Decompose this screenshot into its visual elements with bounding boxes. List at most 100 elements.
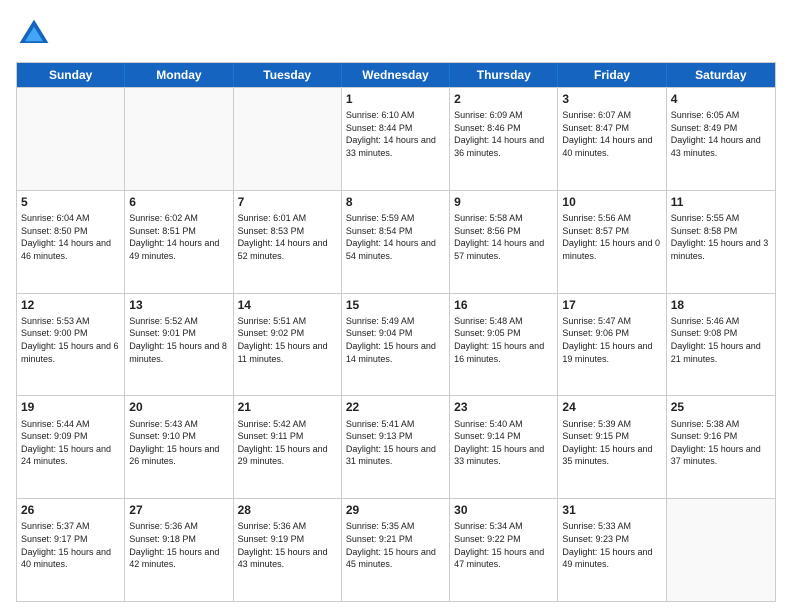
logo-icon	[16, 16, 52, 52]
cell-info: Sunrise: 5:46 AM Sunset: 9:08 PM Dayligh…	[671, 315, 771, 365]
cell-info: Sunrise: 5:52 AM Sunset: 9:01 PM Dayligh…	[129, 315, 228, 365]
day-number: 24	[562, 399, 661, 415]
calendar-cell: 30 Sunrise: 5:34 AM Sunset: 9:22 PM Dayli…	[450, 499, 558, 601]
cell-info: Sunrise: 6:02 AM Sunset: 8:51 PM Dayligh…	[129, 212, 228, 262]
day-number: 3	[562, 91, 661, 107]
day-number: 12	[21, 297, 120, 313]
calendar-cell	[125, 88, 233, 190]
calendar-row: 26Sunrise: 5:37 AM Sunset: 9:17 PM Dayli…	[17, 498, 775, 601]
day-number: 22	[346, 399, 445, 415]
cell-info: Sunrise: 6:09 AM Sunset: 8:46 PM Dayligh…	[454, 109, 553, 159]
cell-info: Sunrise: 5:53 AM Sunset: 9:00 PM Dayligh…	[21, 315, 120, 365]
day-header-tuesday: Tuesday	[234, 63, 342, 87]
cell-info: Sunrise: 5:47 AM Sunset: 9:06 PM Dayligh…	[562, 315, 661, 365]
calendar-cell: 14Sunrise: 5:51 AM Sunset: 9:02 PM Dayli…	[234, 294, 342, 396]
day-header-saturday: Saturday	[667, 63, 775, 87]
calendar-cell: 21 Sunrise: 5:42 AM Sunset: 9:11 PM Dayli…	[234, 396, 342, 498]
calendar-cell: 13 Sunrise: 5:52 AM Sunset: 9:01 PM Dayli…	[125, 294, 233, 396]
cell-info: Sunrise: 6:10 AM Sunset: 8:44 PM Dayligh…	[346, 109, 445, 159]
calendar-cell: 10 Sunrise: 5:56 AM Sunset: 8:57 PM Dayli…	[558, 191, 666, 293]
calendar-cell: 11Sunrise: 5:55 AM Sunset: 8:58 PM Dayli…	[667, 191, 775, 293]
calendar-cell: 7 Sunrise: 6:01 AM Sunset: 8:53 PM Daylig…	[234, 191, 342, 293]
calendar-cell: 4 Sunrise: 6:05 AM Sunset: 8:49 PM Daylig…	[667, 88, 775, 190]
calendar-cell: 1Sunrise: 6:10 AM Sunset: 8:44 PM Daylig…	[342, 88, 450, 190]
cell-info: Sunrise: 5:33 AM Sunset: 9:23 PM Dayligh…	[562, 520, 661, 570]
day-number: 10	[562, 194, 661, 210]
cell-info: Sunrise: 5:39 AM Sunset: 9:15 PM Dayligh…	[562, 418, 661, 468]
calendar-cell: 5Sunrise: 6:04 AM Sunset: 8:50 PM Daylig…	[17, 191, 125, 293]
calendar-cell: 3 Sunrise: 6:07 AM Sunset: 8:47 PM Daylig…	[558, 88, 666, 190]
calendar-row: 12 Sunrise: 5:53 AM Sunset: 9:00 PM Dayli…	[17, 293, 775, 396]
calendar-cell: 27Sunrise: 5:36 AM Sunset: 9:18 PM Dayli…	[125, 499, 233, 601]
calendar-cell: 29 Sunrise: 5:35 AM Sunset: 9:21 PM Dayli…	[342, 499, 450, 601]
calendar-cell: 19 Sunrise: 5:44 AM Sunset: 9:09 PM Dayli…	[17, 396, 125, 498]
day-number: 26	[21, 502, 120, 518]
calendar-cell: 15Sunrise: 5:49 AM Sunset: 9:04 PM Dayli…	[342, 294, 450, 396]
day-header-monday: Monday	[125, 63, 233, 87]
cell-info: Sunrise: 6:07 AM Sunset: 8:47 PM Dayligh…	[562, 109, 661, 159]
calendar-cell	[17, 88, 125, 190]
calendar-cell	[234, 88, 342, 190]
cell-info: Sunrise: 6:05 AM Sunset: 8:49 PM Dayligh…	[671, 109, 771, 159]
day-number: 5	[21, 194, 120, 210]
cell-info: Sunrise: 5:35 AM Sunset: 9:21 PM Dayligh…	[346, 520, 445, 570]
calendar-cell: 16 Sunrise: 5:48 AM Sunset: 9:05 PM Dayli…	[450, 294, 558, 396]
calendar-cell: 26Sunrise: 5:37 AM Sunset: 9:17 PM Dayli…	[17, 499, 125, 601]
day-number: 8	[346, 194, 445, 210]
cell-info: Sunrise: 5:36 AM Sunset: 9:19 PM Dayligh…	[238, 520, 337, 570]
cell-info: Sunrise: 5:51 AM Sunset: 9:02 PM Dayligh…	[238, 315, 337, 365]
calendar-cell: 31 Sunrise: 5:33 AM Sunset: 9:23 PM Dayli…	[558, 499, 666, 601]
calendar-row: 1Sunrise: 6:10 AM Sunset: 8:44 PM Daylig…	[17, 87, 775, 190]
cell-info: Sunrise: 5:40 AM Sunset: 9:14 PM Dayligh…	[454, 418, 553, 468]
calendar-cell: 2 Sunrise: 6:09 AM Sunset: 8:46 PM Daylig…	[450, 88, 558, 190]
day-number: 18	[671, 297, 771, 313]
cell-info: Sunrise: 5:56 AM Sunset: 8:57 PM Dayligh…	[562, 212, 661, 262]
day-number: 2	[454, 91, 553, 107]
calendar: SundayMondayTuesdayWednesdayThursdayFrid…	[16, 62, 776, 602]
calendar-cell: 20 Sunrise: 5:43 AM Sunset: 9:10 PM Dayli…	[125, 396, 233, 498]
day-number: 13	[129, 297, 228, 313]
cell-info: Sunrise: 5:34 AM Sunset: 9:22 PM Dayligh…	[454, 520, 553, 570]
day-number: 6	[129, 194, 228, 210]
day-number: 21	[238, 399, 337, 415]
cell-info: Sunrise: 5:44 AM Sunset: 9:09 PM Dayligh…	[21, 418, 120, 468]
day-number: 17	[562, 297, 661, 313]
page: SundayMondayTuesdayWednesdayThursdayFrid…	[0, 0, 792, 612]
day-number: 31	[562, 502, 661, 518]
cell-info: Sunrise: 5:59 AM Sunset: 8:54 PM Dayligh…	[346, 212, 445, 262]
calendar-cell: 6 Sunrise: 6:02 AM Sunset: 8:51 PM Daylig…	[125, 191, 233, 293]
calendar-cell: 17 Sunrise: 5:47 AM Sunset: 9:06 PM Dayli…	[558, 294, 666, 396]
calendar-row: 19 Sunrise: 5:44 AM Sunset: 9:09 PM Dayli…	[17, 395, 775, 498]
cell-info: Sunrise: 5:41 AM Sunset: 9:13 PM Dayligh…	[346, 418, 445, 468]
cell-info: Sunrise: 5:43 AM Sunset: 9:10 PM Dayligh…	[129, 418, 228, 468]
day-number: 16	[454, 297, 553, 313]
day-number: 30	[454, 502, 553, 518]
day-header-thursday: Thursday	[450, 63, 558, 87]
cell-info: Sunrise: 5:48 AM Sunset: 9:05 PM Dayligh…	[454, 315, 553, 365]
calendar-cell: 25 Sunrise: 5:38 AM Sunset: 9:16 PM Dayli…	[667, 396, 775, 498]
day-number: 23	[454, 399, 553, 415]
day-header-wednesday: Wednesday	[342, 63, 450, 87]
day-number: 29	[346, 502, 445, 518]
cell-info: Sunrise: 5:55 AM Sunset: 8:58 PM Dayligh…	[671, 212, 771, 262]
calendar-cell: 12 Sunrise: 5:53 AM Sunset: 9:00 PM Dayli…	[17, 294, 125, 396]
cell-info: Sunrise: 5:38 AM Sunset: 9:16 PM Dayligh…	[671, 418, 771, 468]
calendar-header: SundayMondayTuesdayWednesdayThursdayFrid…	[17, 63, 775, 87]
day-number: 7	[238, 194, 337, 210]
calendar-cell: 9Sunrise: 5:58 AM Sunset: 8:56 PM Daylig…	[450, 191, 558, 293]
day-header-sunday: Sunday	[17, 63, 125, 87]
day-number: 4	[671, 91, 771, 107]
cell-info: Sunrise: 5:58 AM Sunset: 8:56 PM Dayligh…	[454, 212, 553, 262]
calendar-cell: 8 Sunrise: 5:59 AM Sunset: 8:54 PM Daylig…	[342, 191, 450, 293]
day-number: 19	[21, 399, 120, 415]
calendar-cell: 22 Sunrise: 5:41 AM Sunset: 9:13 PM Dayli…	[342, 396, 450, 498]
day-number: 20	[129, 399, 228, 415]
cell-info: Sunrise: 5:42 AM Sunset: 9:11 PM Dayligh…	[238, 418, 337, 468]
day-header-friday: Friday	[558, 63, 666, 87]
cell-info: Sunrise: 6:01 AM Sunset: 8:53 PM Dayligh…	[238, 212, 337, 262]
day-number: 25	[671, 399, 771, 415]
day-number: 15	[346, 297, 445, 313]
day-number: 27	[129, 502, 228, 518]
calendar-cell: 24 Sunrise: 5:39 AM Sunset: 9:15 PM Dayli…	[558, 396, 666, 498]
calendar-cell: 23 Sunrise: 5:40 AM Sunset: 9:14 PM Dayli…	[450, 396, 558, 498]
